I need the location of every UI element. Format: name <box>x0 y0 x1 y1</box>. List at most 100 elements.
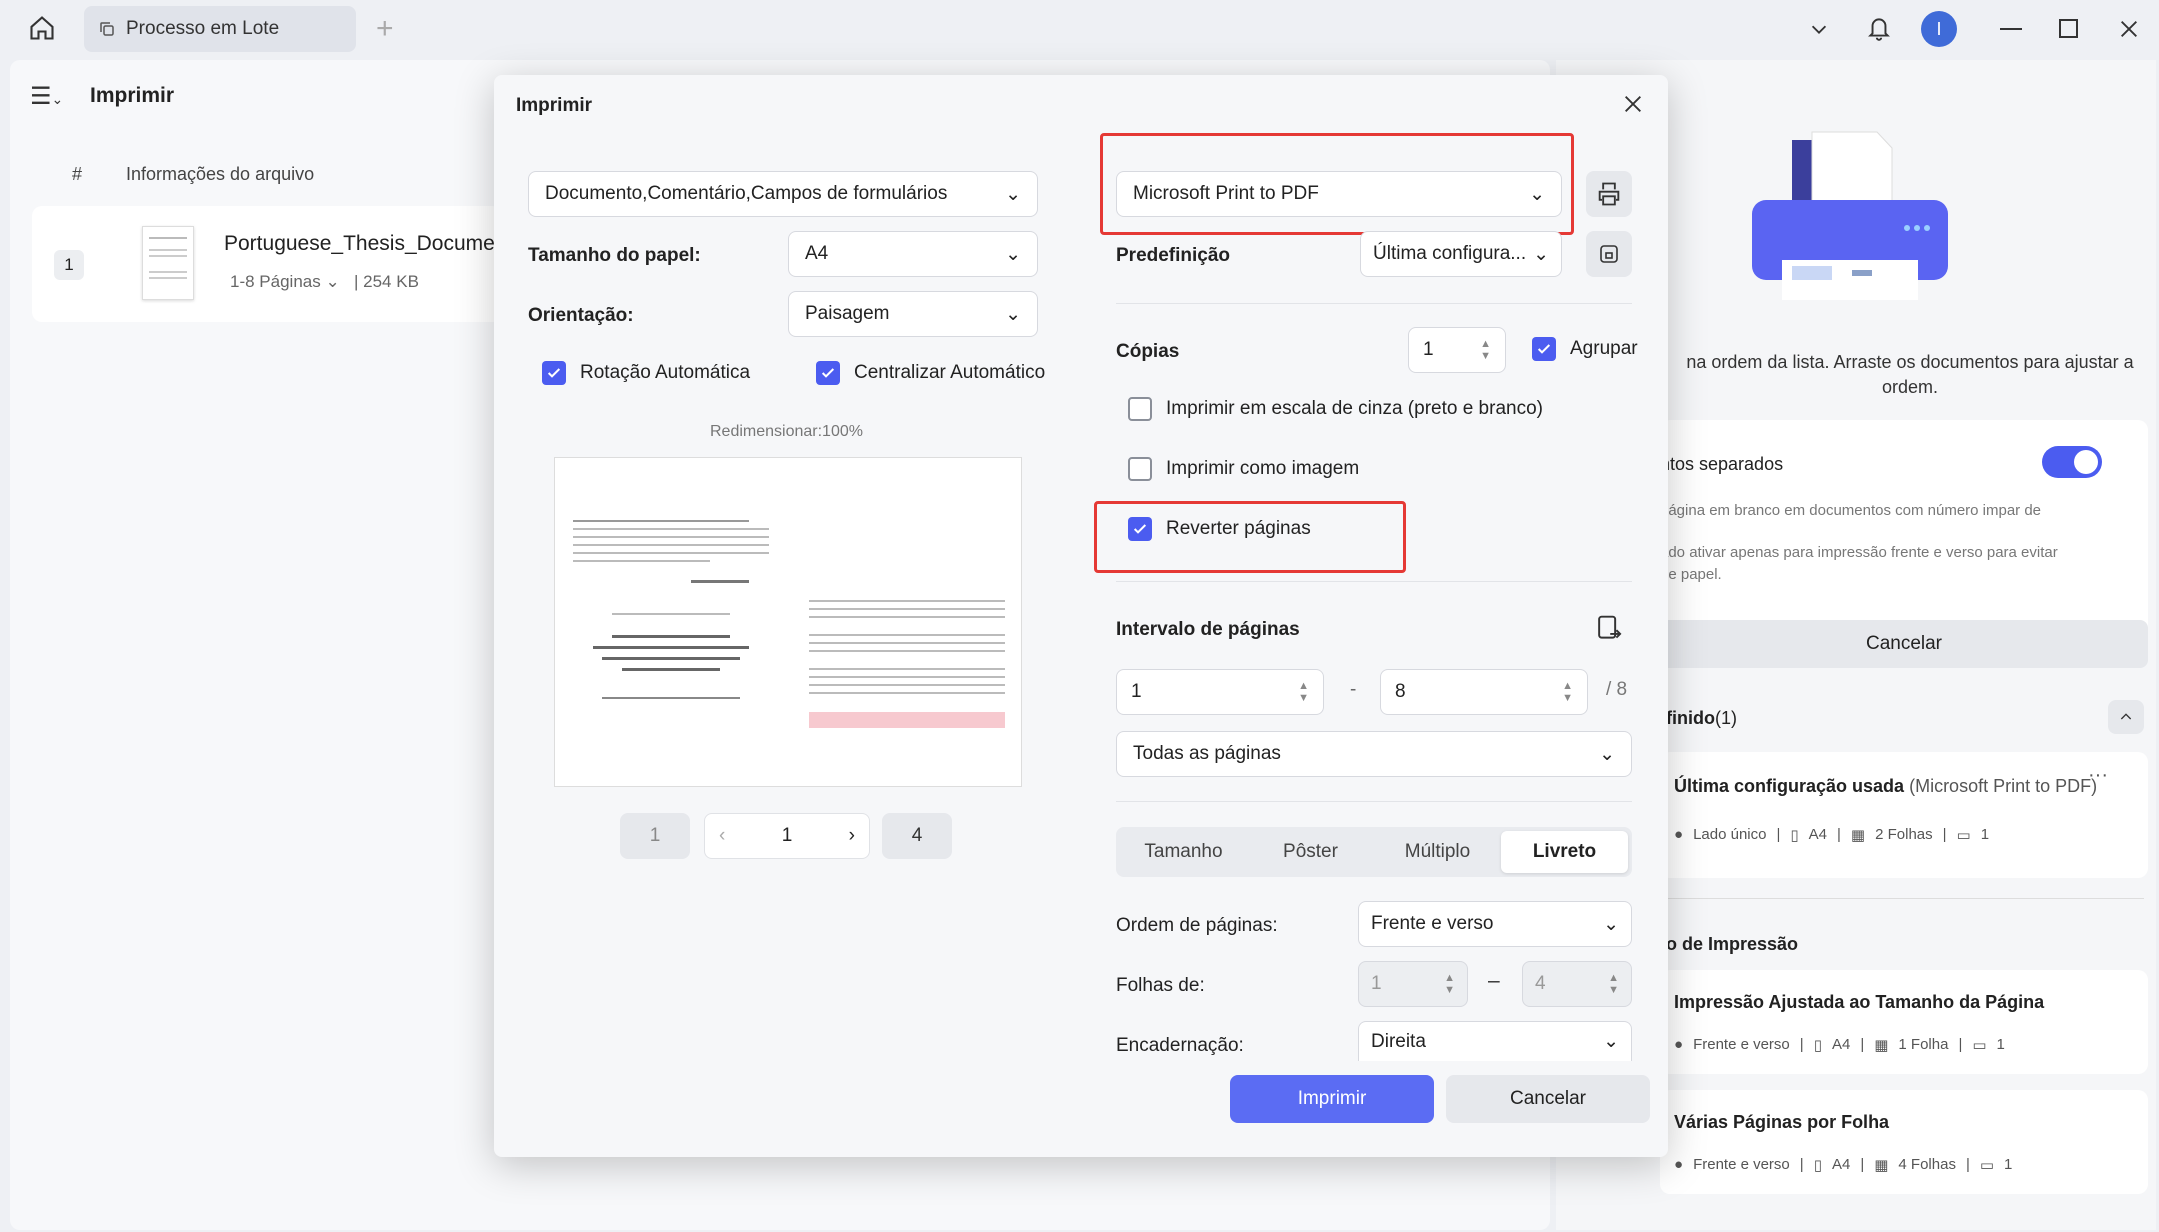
tab-size[interactable]: Tamanho <box>1120 831 1247 873</box>
separate-docs-card: ntos separados página em branco em docum… <box>1660 420 2148 638</box>
print-as-image-checkbox[interactable] <box>1128 457 1152 481</box>
tab-label: Processo em Lote <box>126 18 280 39</box>
preset-fit-meta: ● Frente e verso | ▯ A4 | ▦ 1 Folha | ▭ 1 <box>1674 1036 2005 1054</box>
chevron-down-icon: ⌄ <box>1603 1031 1619 1052</box>
page-order-label: Ordem de páginas: <box>1116 915 1278 936</box>
sheets-to-stepper[interactable]: 4 ▲ ▼ <box>1522 961 1632 1007</box>
copies-icon: ▭ <box>1956 827 1971 844</box>
cancel-button[interactable]: Cancelar <box>1446 1075 1650 1123</box>
auto-center-option[interactable]: Centralizar Automático <box>816 361 1045 385</box>
preset-fit-title: Impressão Ajustada ao Tamanho da Página <box>1674 992 2045 1012</box>
reverse-pages-option[interactable]: Reverter páginas <box>1128 517 1311 541</box>
print-button[interactable]: Imprimir <box>1230 1075 1434 1123</box>
divider <box>1666 898 2144 899</box>
side-icon: ● <box>1674 826 1684 843</box>
page-title: Imprimir <box>90 84 175 107</box>
minimize-icon[interactable] <box>2000 28 2022 30</box>
printer-properties-button[interactable] <box>1586 171 1632 217</box>
separate-toggle[interactable] <box>2042 446 2102 478</box>
dialog-title: Imprimir <box>516 95 593 116</box>
new-tab-plus-icon[interactable]: + <box>376 12 394 46</box>
next-page-icon[interactable]: › <box>849 825 855 847</box>
tab-batch-process[interactable]: Processo em Lote <box>84 6 356 52</box>
prev-page-icon[interactable]: ‹ <box>719 825 725 847</box>
tab-booklet[interactable]: Livreto <box>1501 831 1628 873</box>
auto-rotate-option[interactable]: Rotação Automática <box>542 361 750 385</box>
bell-icon[interactable] <box>1866 14 1892 42</box>
range-from-stepper[interactable]: 1 ▲ ▼ <box>1116 669 1324 715</box>
preview-page-left <box>573 514 769 705</box>
preset-label: Predefinição <box>1116 245 1231 266</box>
content-select[interactable]: Documento,Comentário,Campos de formulári… <box>528 171 1038 217</box>
cancel-batch-button[interactable]: Cancelar <box>1660 620 2148 668</box>
save-preset-button[interactable] <box>1586 231 1632 277</box>
printer-illustration <box>1752 131 1948 300</box>
last-page-button[interactable]: 4 <box>882 813 952 859</box>
file-name: Portuguese_Thesis_Document-1 <box>224 232 532 255</box>
sheets-from-stepper[interactable]: 1 ▲ ▼ <box>1358 961 1468 1007</box>
paper-icon: ▯ <box>1790 827 1799 844</box>
avatar[interactable]: I <box>1921 11 1957 47</box>
paper-size-label: Tamanho do papel: <box>528 245 701 266</box>
separate-desc-3: de papel. <box>1660 566 1722 583</box>
chevron-down-icon: ⌄ <box>1005 303 1021 325</box>
range-to-stepper[interactable]: 8 ▲ ▼ <box>1380 669 1588 715</box>
separate-desc-2: ado ativar apenas para impressão frente … <box>1660 544 2058 561</box>
orientation-select[interactable]: Paisagem ⌄ <box>788 291 1038 337</box>
auto-center-checkbox[interactable] <box>816 361 840 385</box>
page-range-label: Intervalo de páginas <box>1116 619 1300 640</box>
menu-icon[interactable]: ☰⌄ <box>30 82 63 111</box>
collate-option[interactable]: Agrupar <box>1532 337 1638 361</box>
auto-rotate-checkbox[interactable] <box>542 361 566 385</box>
collapse-chevron-icon[interactable] <box>2108 700 2144 734</box>
chevron-down-icon[interactable] <box>1808 18 1830 40</box>
preset-card-multi[interactable]: Várias Páginas por Folha ● Frente e verso… <box>1660 1090 2148 1194</box>
current-page[interactable]: 1 <box>782 825 793 847</box>
preset-select[interactable]: Última configura... ⌄ <box>1360 231 1562 277</box>
file-row[interactable]: 1 Portuguese_Thesis_Document-1 1-8 Págin… <box>32 206 531 322</box>
print-preview <box>554 457 1022 787</box>
preset-last-meta: ● Lado único | ▯ A4 | ▦ 2 Folhas | ▭ 1 <box>1674 826 1990 844</box>
collate-checkbox[interactable] <box>1532 337 1556 361</box>
column-file-info: Informações do arquivo <box>126 164 315 184</box>
preset-card-last[interactable]: Última configuração usada (Microsoft Pri… <box>1660 752 2148 878</box>
tab-multiple[interactable]: Múltiplo <box>1374 831 1501 873</box>
chevron-down-icon: ⌄ <box>1533 243 1549 265</box>
column-number: # <box>72 164 83 184</box>
grayscale-option[interactable]: Imprimir em escala de cinza (preto e bra… <box>1128 397 1543 421</box>
divider <box>1116 581 1632 582</box>
copies-label: Cópias <box>1116 341 1180 362</box>
range-select[interactable]: Todas as páginas ⌄ <box>1116 731 1632 777</box>
title-bar: Processo em Lote + I <box>0 0 2159 60</box>
grayscale-checkbox[interactable] <box>1128 397 1152 421</box>
sheets-label: Folhas de: <box>1116 975 1205 996</box>
home-icon[interactable] <box>28 14 56 42</box>
paper-size-select[interactable]: A4 ⌄ <box>788 231 1038 277</box>
preset-multi-title: Várias Páginas por Folha <box>1674 1112 1890 1132</box>
stepper-arrows-icon: ▲ ▼ <box>1562 680 1573 704</box>
first-page-button[interactable]: 1 <box>620 813 690 859</box>
maximize-icon[interactable] <box>2059 19 2078 38</box>
preset-card-fit[interactable]: Impressão Ajustada ao Tamanho da Página … <box>1660 970 2148 1074</box>
sheets-separator: – <box>1488 969 1500 992</box>
binding-label: Encadernação: <box>1116 1035 1244 1056</box>
stepper-arrows-icon: ▲ ▼ <box>1444 972 1455 996</box>
page-order-select[interactable]: Frente e verso ⌄ <box>1358 901 1632 947</box>
tab-poster[interactable]: Pôster <box>1247 831 1374 873</box>
print-templates-title: o de Impressão <box>1666 934 1799 954</box>
preset-multi-meta: ● Frente e verso | ▯ A4 | ▦ 4 Folhas | ▭ 1 <box>1674 1156 2013 1174</box>
reverse-pages-checkbox[interactable] <box>1128 517 1152 541</box>
close-icon[interactable] <box>1622 93 1644 115</box>
stepper-arrows-icon: ▲ ▼ <box>1608 972 1619 996</box>
close-window-icon[interactable] <box>2118 18 2140 40</box>
binding-select[interactable]: Direita ⌄ <box>1358 1021 1632 1061</box>
file-pages[interactable]: 1-8 Páginas ⌄ <box>230 272 340 292</box>
more-options-icon[interactable]: ··· <box>2088 764 2108 787</box>
print-as-image-option[interactable]: Imprimir como imagem <box>1128 457 1359 481</box>
printer-select[interactable]: Microsoft Print to PDF ⌄ <box>1116 171 1562 217</box>
separate-label: ntos separados <box>1660 454 1784 474</box>
page-range-swap-icon[interactable] <box>1594 613 1624 645</box>
page-navigator: ‹ 1 › <box>704 813 870 859</box>
copies-stepper[interactable]: 1 ▲ ▼ <box>1408 327 1506 373</box>
copy-icon <box>100 22 114 36</box>
